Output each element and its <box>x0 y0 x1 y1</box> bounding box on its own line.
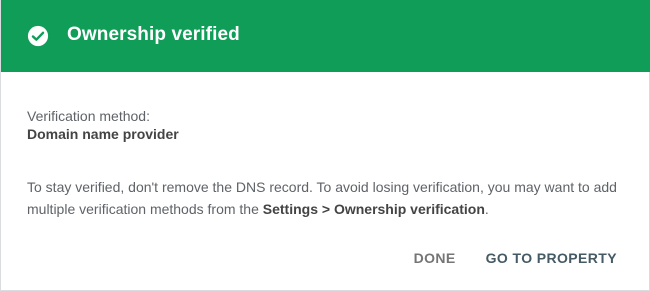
settings-path: Settings > Ownership verification <box>262 201 485 217</box>
verification-method-value: Domain name provider <box>27 126 179 142</box>
dialog-header: Ownership verified <box>1 0 650 72</box>
check-circle-icon <box>27 25 49 47</box>
ownership-verified-dialog: Ownership verified Verification method: … <box>0 0 650 291</box>
done-button[interactable]: DONE <box>414 246 456 270</box>
verification-method-label: Verification method: <box>27 108 150 124</box>
go-to-property-button[interactable]: GO TO PROPERTY <box>486 246 617 270</box>
dialog-actions: DONE GO TO PROPERTY <box>414 246 617 270</box>
description-end: . <box>484 201 489 217</box>
dialog-title: Ownership verified <box>67 24 240 45</box>
verification-description: To stay verified, don't remove the DNS r… <box>27 176 627 220</box>
